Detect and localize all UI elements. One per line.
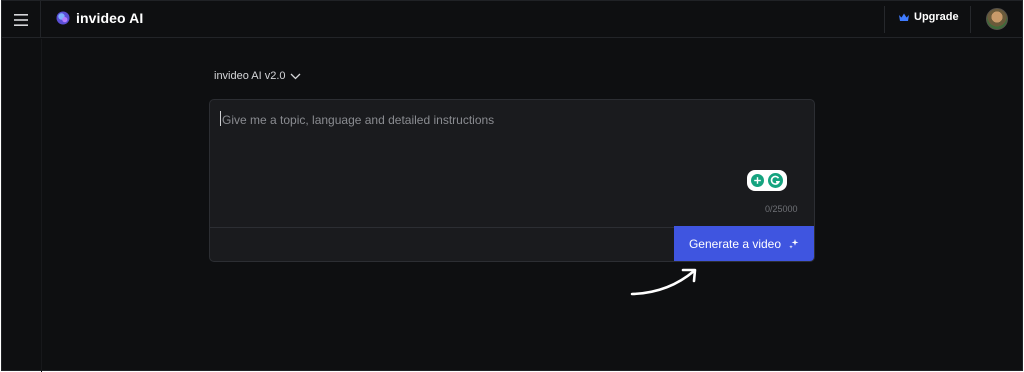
curved-arrow-icon xyxy=(630,268,697,296)
text-caret xyxy=(220,111,221,126)
version-label: invideo AI v2.0 xyxy=(214,70,286,82)
grammarly-add-icon xyxy=(751,174,764,187)
hamburger-menu-icon xyxy=(14,13,28,26)
app-logo[interactable]: invideo AI xyxy=(56,10,143,26)
app-name: invideo AI xyxy=(76,10,144,26)
top-bar: invideo AI Upgrade xyxy=(2,1,1022,38)
prompt-input[interactable] xyxy=(210,100,814,227)
header-divider xyxy=(884,6,885,33)
invideo-logo-icon xyxy=(56,11,70,25)
app-window: invideo AI Upgrade invideo AI v2.0 Gener… xyxy=(1,0,1023,372)
avatar[interactable] xyxy=(986,8,1008,30)
upgrade-label: Upgrade xyxy=(914,11,959,23)
generate-label: Generate a video xyxy=(688,236,782,251)
prompt-card: Generate a video xyxy=(209,99,815,262)
crown-icon xyxy=(899,13,909,21)
grammarly-icon xyxy=(768,173,783,188)
menu-button[interactable] xyxy=(2,1,41,38)
version-selector[interactable]: invideo AI v2.0 xyxy=(214,70,301,82)
sidebar-divider xyxy=(41,39,42,372)
generate-video-button[interactable]: Generate a video xyxy=(674,226,814,261)
upgrade-button[interactable]: Upgrade xyxy=(899,11,959,23)
header-divider-right xyxy=(970,6,971,33)
char-counter: 0/25000 xyxy=(765,204,798,214)
sparkle-icon xyxy=(789,238,799,249)
chevron-down-icon xyxy=(290,73,301,79)
grammarly-widget[interactable] xyxy=(747,170,787,191)
